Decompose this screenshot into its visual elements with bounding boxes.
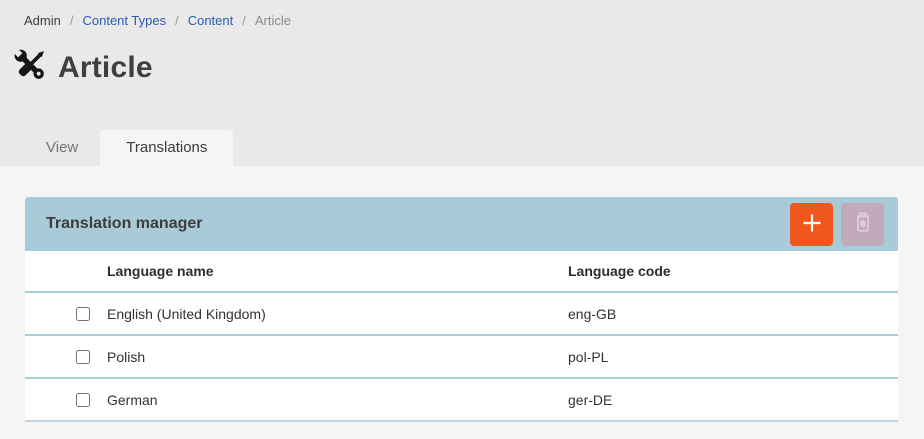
page-title: Article [58, 51, 153, 85]
breadcrumb-current-article: Article [255, 13, 291, 28]
row-checkbox[interactable] [76, 350, 90, 364]
language-name: German [107, 392, 568, 408]
breadcrumb-content-link[interactable]: Content [188, 13, 234, 28]
add-translation-button[interactable] [790, 203, 833, 246]
breadcrumb-separator: / [70, 13, 74, 28]
translations-table: Language name Language code English (Uni… [25, 251, 898, 422]
translation-manager-panel: Translation manager Language name [25, 197, 898, 422]
table-row-pol-pl: Polish pol-PL [25, 334, 898, 377]
table-row-ger-de: German ger-DE [25, 377, 898, 420]
row-checkbox[interactable] [76, 393, 90, 407]
row-checkbox[interactable] [76, 307, 90, 321]
tools-icon [9, 44, 51, 91]
column-header-language-code: Language code [568, 263, 898, 279]
table-row-eng-gb: English (United Kingdom) eng-GB [25, 291, 898, 334]
breadcrumb-content-types-link[interactable]: Content Types [82, 13, 166, 28]
language-name: Polish [107, 349, 568, 365]
language-code: pol-PL [568, 349, 898, 365]
breadcrumb-separator: / [242, 13, 246, 28]
delete-translation-button[interactable] [841, 203, 884, 246]
tab-view[interactable]: View [24, 130, 100, 166]
panel-header: Translation manager [25, 197, 898, 251]
panel-title: Translation manager [46, 215, 782, 233]
page-header: Admin / Content Types / Content / Articl… [0, 0, 924, 166]
column-header-language-name: Language name [107, 263, 568, 279]
tab-translations[interactable]: Translations [100, 130, 233, 166]
plus-icon [800, 211, 824, 238]
tab-bar: View Translations [24, 130, 233, 166]
breadcrumb: Admin / Content Types / Content / Articl… [0, 0, 924, 28]
breadcrumb-separator: / [175, 13, 179, 28]
breadcrumb-admin: Admin [24, 13, 61, 28]
title-row: Article [9, 44, 924, 91]
trash-icon [850, 210, 876, 239]
language-code: eng-GB [568, 306, 898, 322]
language-name: English (United Kingdom) [107, 306, 568, 322]
language-code: ger-DE [568, 392, 898, 408]
table-header-row: Language name Language code [25, 251, 898, 291]
